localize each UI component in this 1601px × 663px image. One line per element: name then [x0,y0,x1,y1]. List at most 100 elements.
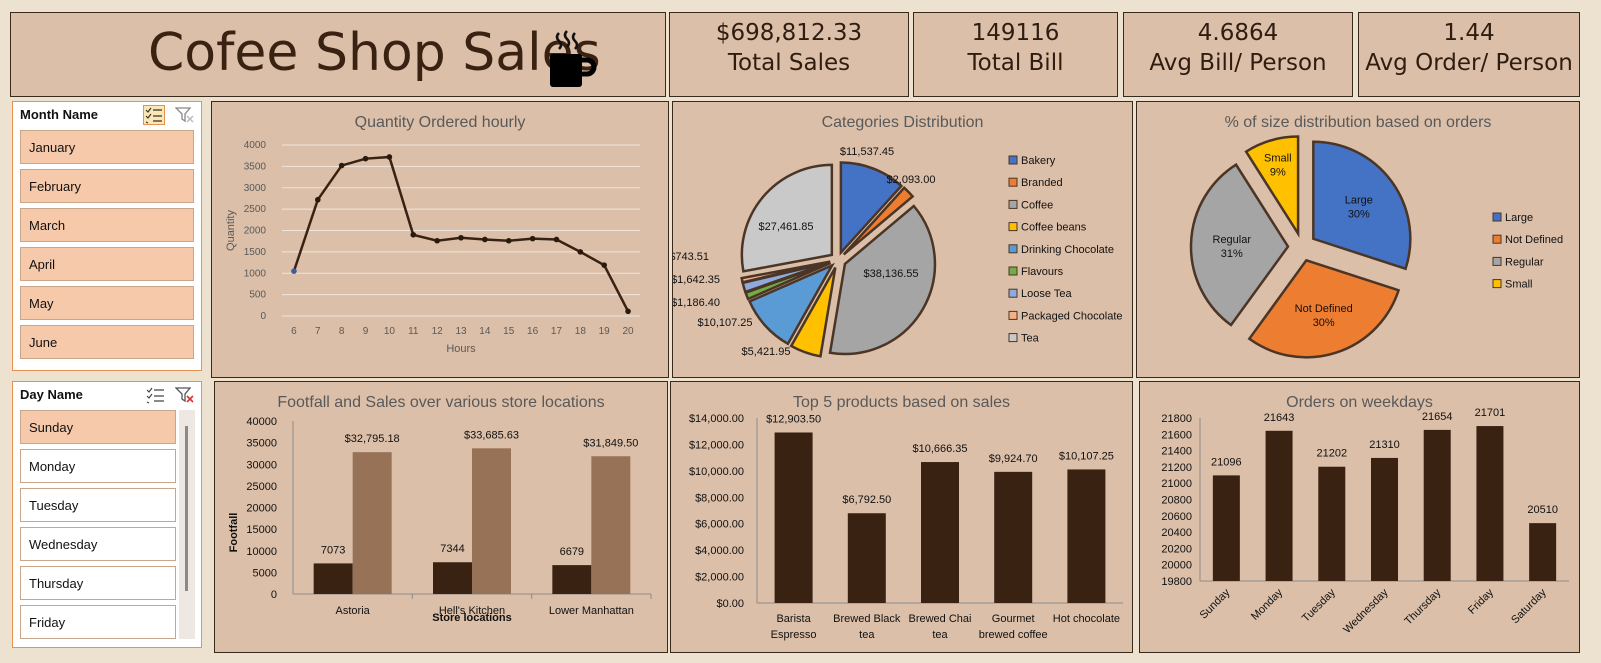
data-label: $5,421.95 [742,346,791,358]
kpi-total-sales: $698,812.33 Total Sales [669,12,909,97]
coffee-cup-icon [550,30,597,87]
clear-filter-icon[interactable] [175,106,195,124]
x-tick-label: 9 [363,326,369,337]
y-tick-label: 30000 [246,459,277,471]
bar-chart-svg: $0.00 $2,000.00 $4,000.00 $6,000.00 $8,000.0… [689,413,1123,641]
y-axis-title: Footfall [228,513,240,553]
title-banner: Cofee Shop Sales [10,12,666,97]
slicer-title: Day Name [20,387,83,402]
x-tick-label: Monday [1249,586,1286,623]
kpi-label: Total Sales [727,50,851,76]
store-locations-chart: Footfall and Sales over various store lo… [214,381,668,653]
x-tick-label: brewed coffee [979,629,1048,641]
category-label: Not Defined [1295,303,1353,315]
data-label: $11,537.45 [840,146,894,158]
bar [1212,475,1240,581]
bar [847,513,886,603]
bar [1476,426,1504,581]
data-label: $1,642.35 [673,274,720,286]
pie-chart-svg: Large 30% Not Defined 30% Regular 31% Small 9% L… [1189,135,1563,359]
y-tick-label: 21400 [1161,446,1192,458]
x-tick-label: 12 [432,326,444,337]
legend-label: Coffee [1021,199,1053,211]
slicer-scrollbar[interactable] [179,410,195,639]
legend-swatch [1492,256,1502,266]
legend-label: Bakery [1021,155,1056,167]
y-tick-label: 21200 [1161,462,1192,474]
data-label: 21701 [1475,407,1506,419]
slicer-item-june[interactable]: June [20,325,194,359]
bar [1423,429,1451,581]
x-tick-label: 17 [551,326,563,337]
month-slicer[interactable]: Month Name January February March April … [12,101,202,371]
percent-label: 30% [1313,317,1335,329]
category-label: Large [1345,195,1373,207]
legend-label: Regular [1505,256,1544,268]
x-tick-label: Friday [1466,586,1496,616]
data-point [386,154,393,160]
slicer-item-thursday[interactable]: Thursday [20,566,176,600]
data-label: 21654 [1422,411,1453,423]
y-tick-label: 0 [260,311,266,322]
data-point [434,237,440,244]
slicer-item-january[interactable]: January [20,130,194,164]
clear-filter-icon[interactable] [175,386,195,404]
scrollbar-thumb[interactable] [185,426,188,591]
y-tick-label: $14,000.00 [689,413,744,425]
slicer-item-april[interactable]: April [20,247,194,281]
slicer-item-sunday[interactable]: Sunday [20,410,176,444]
category-label: Regular [1213,234,1252,246]
x-tick-label: tea [859,629,875,641]
y-tick-label: 2500 [244,204,267,215]
y-tick-label: 21800 [1161,413,1192,425]
slicer-item-march[interactable]: March [20,208,194,242]
data-label: $9,924.70 [989,453,1038,465]
slicer-item-may[interactable]: May [20,286,194,320]
weekday-orders-chart: Orders on weekdays 19800 20000 20200 20400 2… [1139,381,1580,653]
y-tick-label: 10000 [246,546,277,558]
data-label: 7073 [321,544,345,556]
x-tick-label: 11 [408,326,419,337]
legend-label: Coffee beans [1021,222,1087,234]
y-tick-label: $12,000.00 [689,439,744,451]
data-label: $743.51 [673,251,709,263]
x-tick-label: Sunday [1198,586,1233,621]
hourly-quantity-chart: Quantity Ordered hourly 0 500 1000 1500 2000… [211,101,669,378]
y-tick-label: 21600 [1161,429,1192,441]
slicer-item-friday[interactable]: Friday [20,605,176,639]
slicer-item-tuesday[interactable]: Tuesday [20,488,176,522]
x-tick-label: 16 [527,326,539,337]
x-tick-label: Tuesday [1300,586,1338,624]
data-point [529,235,536,242]
legend-swatch [1008,266,1018,276]
data-label: $38,136.55 [863,268,918,280]
slicer-item-february[interactable]: February [20,169,194,203]
bar [774,432,813,603]
kpi-value: 4.6864 [1197,20,1279,46]
multi-select-icon[interactable] [143,105,165,125]
kpi-value: 1.44 [1443,20,1495,46]
x-tick-label: Brewed Black [833,613,901,625]
bar [994,471,1033,603]
x-tick-label: Saturday [1509,586,1549,626]
x-tick-label: Wednesday [1341,586,1391,636]
x-tick-label: Thursday [1402,586,1443,627]
data-label: 20510 [1527,504,1558,516]
bar [352,452,392,594]
bar [433,562,472,594]
day-slicer[interactable]: Day Name Sunday Monday Tuesday Wednesday… [12,381,202,648]
slicer-item-monday[interactable]: Monday [20,449,176,483]
legend-label: Small [1505,279,1533,291]
data-point [458,234,464,241]
data-label: 7344 [440,543,464,555]
y-tick-label: 20000 [1161,560,1192,572]
multi-select-icon[interactable] [146,386,166,404]
bar [1067,469,1106,603]
slicer-item-wednesday[interactable]: Wednesday [20,527,176,561]
line-series [292,155,630,312]
kpi-avg-bill: 4.6864 Avg Bill/ Person [1123,12,1353,97]
legend-label: Large [1505,212,1533,224]
y-tick-label: 20000 [246,503,277,515]
pie-chart-svg: $11,537.45 $2,093.00 $38,136.55 $5,421.95 $1… [673,146,1123,358]
data-point [601,262,607,268]
